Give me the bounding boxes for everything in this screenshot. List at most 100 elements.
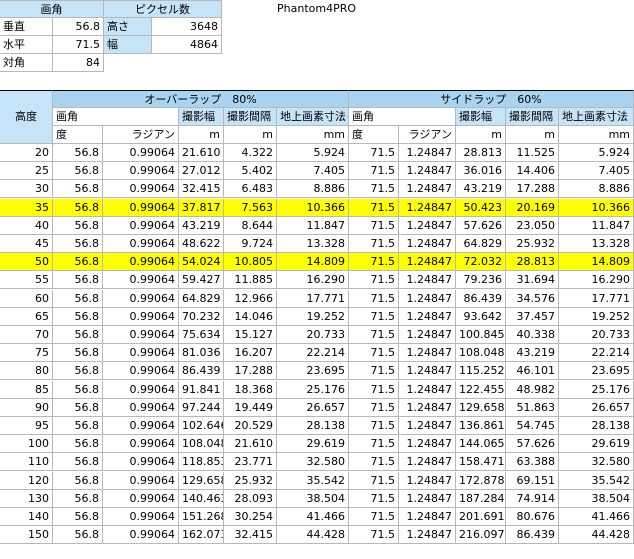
sidelap-interval-cell[interactable]: 51.863 [506,399,559,417]
sidelap-interval-cell[interactable]: 54.745 [506,417,559,435]
sidelap-interval-cell[interactable]: 46.101 [506,362,559,380]
sidelap-interval-cell[interactable]: 23.050 [506,217,559,235]
overlap-width-cell[interactable]: 37.817 [179,199,224,217]
overlap-width-cell[interactable]: 54.024 [179,253,224,271]
overlap-gsd-cell[interactable]: 17.771 [277,290,349,308]
sidelap-gsd-cell[interactable]: 32.580 [559,453,634,471]
sidelap-width-cell[interactable]: 144.065 [456,435,506,453]
sidelap-interval-cell[interactable]: 31.694 [506,271,559,289]
overlap-fov-subheader[interactable]: 画角 [53,108,179,126]
sidelap-gsd-cell[interactable]: 14.809 [559,253,634,271]
fov-label-diagonal[interactable]: 対角 [0,54,53,72]
sidelap-degree-cell[interactable]: 71.5 [349,435,399,453]
sidelap-radian-cell[interactable]: 1.24847 [399,399,456,417]
sidelap-interval-cell[interactable]: 20.169 [506,199,559,217]
sidelap-interval-cell[interactable]: 86.439 [506,526,559,544]
altitude-cell[interactable]: 50 [0,253,53,271]
overlap-degree-cell[interactable]: 56.8 [53,472,103,490]
sidelap-radian-cell[interactable]: 1.24847 [399,344,456,362]
sidelap-gsd-cell[interactable]: 29.619 [559,435,634,453]
overlap-degree-cell[interactable]: 56.8 [53,253,103,271]
overlap-degree-cell[interactable]: 56.8 [53,344,103,362]
sidelap-degree-cell[interactable]: 71.5 [349,199,399,217]
sidelap-radian-cell[interactable]: 1.24847 [399,435,456,453]
pixel-value-width[interactable]: 4864 [152,36,222,54]
altitude-cell[interactable]: 40 [0,217,53,235]
overlap-interval-cell[interactable]: 9.724 [224,235,277,253]
sidelap-interval-cell[interactable]: 34.576 [506,290,559,308]
pixel-box-header[interactable]: ピクセル数 [104,0,222,18]
sidelap-radian-cell[interactable]: 1.24847 [399,490,456,508]
overlap-interval-cell[interactable]: 7.563 [224,199,277,217]
sidelap-interval-cell[interactable]: 40.338 [506,326,559,344]
altitude-cell[interactable]: 95 [0,417,53,435]
overlap-width-cell[interactable]: 64.829 [179,290,224,308]
overlap-interval-subheader[interactable]: 撮影間隔 [224,108,277,126]
overlap-degree-cell[interactable]: 56.8 [53,399,103,417]
sidelap-gsd-cell[interactable]: 35.542 [559,472,634,490]
overlap-width-cell[interactable]: 91.841 [179,381,224,399]
sidelap-width-cell[interactable]: 79.236 [456,271,506,289]
overlap-interval-cell[interactable]: 16.207 [224,344,277,362]
sidelap-degree-cell[interactable]: 71.5 [349,472,399,490]
overlap-interval-cell[interactable]: 18.368 [224,381,277,399]
sidelap-degree-cell[interactable]: 71.5 [349,381,399,399]
pixel-label-height[interactable]: 高さ [104,18,152,36]
overlap-width-cell[interactable]: 81.036 [179,344,224,362]
overlap-width-cell[interactable]: 32.415 [179,180,224,198]
sidelap-gsd-subheader[interactable]: 地上画素寸法 [559,108,634,126]
overlap-width-subheader[interactable]: 撮影幅 [179,108,224,126]
sidelap-gsd-cell[interactable]: 17.771 [559,290,634,308]
overlap-width-cell[interactable]: 75.634 [179,326,224,344]
sidelap-width-cell[interactable]: 64.829 [456,235,506,253]
sidelap-degree-unit[interactable]: 度 [349,126,399,144]
sidelap-degree-cell[interactable]: 71.5 [349,399,399,417]
sidelap-width-cell[interactable]: 115.252 [456,362,506,380]
overlap-radian-cell[interactable]: 0.99064 [103,453,179,471]
overlap-radian-unit[interactable]: ラジアン [103,126,179,144]
overlap-gsd-cell[interactable]: 14.809 [277,253,349,271]
sidelap-interval-cell[interactable]: 17.288 [506,180,559,198]
overlap-radian-cell[interactable]: 0.99064 [103,399,179,417]
pixel-label-width[interactable]: 幅 [104,36,152,54]
overlap-interval-cell[interactable]: 5.402 [224,162,277,180]
overlap-width-cell[interactable]: 21.610 [179,144,224,162]
sidelap-interval-cell[interactable]: 25.932 [506,235,559,253]
overlap-interval-cell[interactable]: 10.805 [224,253,277,271]
sidelap-degree-cell[interactable]: 71.5 [349,308,399,326]
overlap-radian-cell[interactable]: 0.99064 [103,144,179,162]
overlap-interval-cell[interactable]: 4.322 [224,144,277,162]
overlap-gsd-cell[interactable]: 35.542 [277,472,349,490]
sidelap-interval-cell[interactable]: 80.676 [506,508,559,526]
sidelap-width-cell[interactable]: 43.219 [456,180,506,198]
sidelap-interval-cell[interactable]: 37.457 [506,308,559,326]
sidelap-degree-cell[interactable]: 71.5 [349,144,399,162]
overlap-gsd-subheader[interactable]: 地上画素寸法 [277,108,349,126]
sidelap-radian-cell[interactable]: 1.24847 [399,326,456,344]
overlap-degree-cell[interactable]: 56.8 [53,326,103,344]
sidelap-interval-cell[interactable]: 57.626 [506,435,559,453]
overlap-radian-cell[interactable]: 0.99064 [103,162,179,180]
overlap-interval-cell[interactable]: 20.529 [224,417,277,435]
overlap-interval-cell[interactable]: 17.288 [224,362,277,380]
sidelap-degree-cell[interactable]: 71.5 [349,180,399,198]
overlap-interval-cell[interactable]: 12.966 [224,290,277,308]
sidelap-degree-cell[interactable]: 71.5 [349,290,399,308]
sidelap-gsd-unit[interactable]: mm [559,126,634,144]
sidelap-width-cell[interactable]: 187.284 [456,490,506,508]
overlap-radian-cell[interactable]: 0.99064 [103,526,179,544]
sidelap-interval-cell[interactable]: 74.914 [506,490,559,508]
sidelap-radian-cell[interactable]: 1.24847 [399,417,456,435]
overlap-gsd-cell[interactable]: 29.619 [277,435,349,453]
sidelap-degree-cell[interactable]: 71.5 [349,271,399,289]
sidelap-fov-subheader[interactable]: 画角 [349,108,456,126]
overlap-gsd-cell[interactable]: 23.695 [277,362,349,380]
overlap-degree-unit[interactable]: 度 [53,126,103,144]
sidelap-interval-cell[interactable]: 48.982 [506,381,559,399]
overlap-interval-cell[interactable]: 6.483 [224,180,277,198]
sidelap-radian-cell[interactable]: 1.24847 [399,508,456,526]
sidelap-gsd-cell[interactable]: 10.366 [559,199,634,217]
sidelap-radian-cell[interactable]: 1.24847 [399,472,456,490]
sidelap-interval-subheader[interactable]: 撮影間隔 [506,108,559,126]
overlap-width-unit[interactable]: m [179,126,224,144]
